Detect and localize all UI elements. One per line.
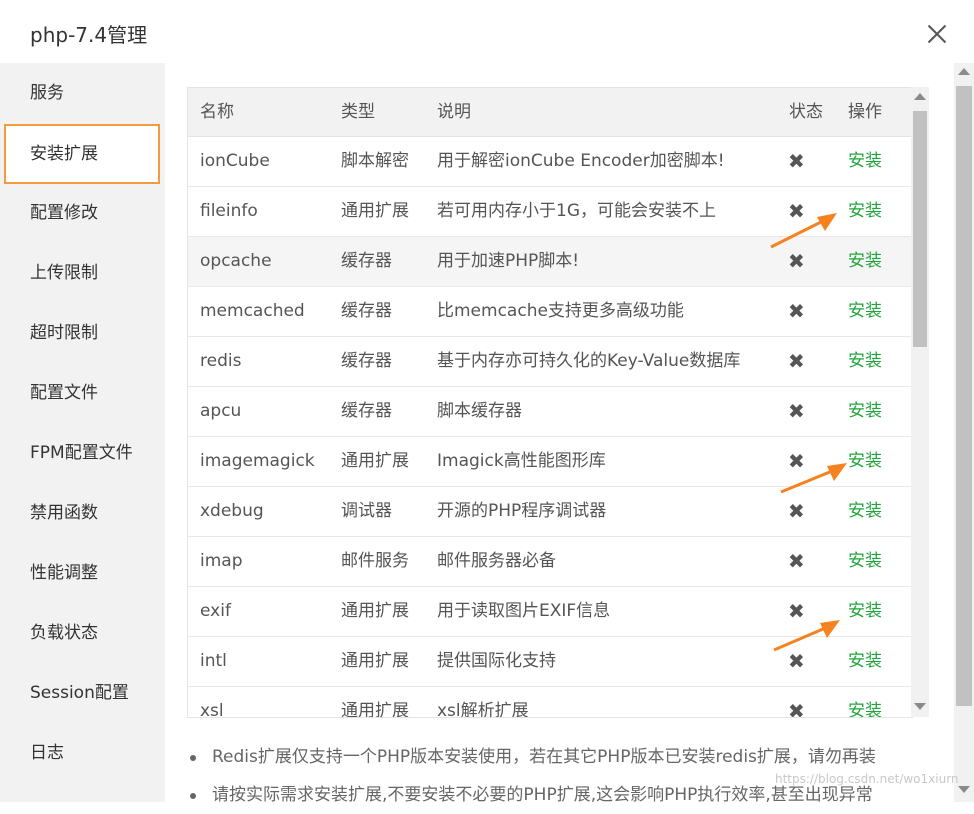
header-name: 名称 (200, 102, 234, 122)
install-button[interactable]: 安装 (848, 537, 882, 586)
install-button[interactable]: 安装 (848, 687, 882, 717)
install-button[interactable]: 安装 (848, 237, 882, 286)
install-button[interactable]: 安装 (848, 137, 882, 186)
ext-type: 调试器 (341, 501, 392, 521)
sidebar-item-config-file[interactable]: 配置文件 (0, 363, 165, 423)
ext-desc: 邮件服务器必备 (437, 551, 556, 571)
annotation-arrow-icon (770, 213, 837, 249)
ext-type: 缓存器 (341, 251, 392, 271)
ext-type: 缓存器 (341, 301, 392, 321)
watermark-text: https://blog.csdn.net/wo1xiurn (775, 772, 959, 786)
scroll-up-arrow-icon[interactable] (914, 93, 926, 100)
table-row: imap 邮件服务 邮件服务器必备 ✖ 安装 (188, 537, 912, 587)
table-row: apcu 缓存器 脚本缓存器 ✖ 安装 (188, 387, 912, 437)
table-row: xsl 通用扩展 xsl解析扩展 ✖ 安装 (188, 687, 912, 718)
install-button[interactable]: 安装 (848, 337, 882, 386)
install-button[interactable]: 安装 (848, 387, 882, 436)
ext-type: 通用扩展 (341, 451, 409, 471)
dialog-scroll-thumb[interactable] (956, 86, 972, 706)
ext-desc: 用于加速PHP脚本! (437, 251, 580, 271)
dialog-scroll-up-icon[interactable] (958, 68, 970, 75)
ext-type: 通用扩展 (341, 601, 409, 621)
ext-type: 通用扩展 (341, 201, 409, 221)
main-panel: 名称 类型 说明 状态 操作 ionCube 脚本解密 用于解密ionCube … (165, 63, 954, 802)
header-status: 状态 (789, 102, 823, 122)
scroll-down-arrow-icon[interactable] (914, 703, 926, 710)
ext-name: opcache (200, 251, 272, 271)
table-header: 名称 类型 说明 状态 操作 (188, 88, 912, 137)
sidebar-item-timeout-limit[interactable]: 超时限制 (0, 303, 165, 363)
ext-desc: 开源的PHP程序调试器 (437, 501, 607, 521)
sidebar-item-config-edit[interactable]: 配置修改 (0, 183, 165, 243)
status-x-icon: ✖ (788, 149, 805, 173)
status-x-icon: ✖ (788, 299, 805, 323)
ext-name: apcu (200, 401, 242, 421)
sidebar-item-performance[interactable]: 性能调整 (0, 543, 165, 603)
ext-desc: Imagick高性能图形库 (437, 451, 606, 471)
ext-desc: 脚本缓存器 (437, 401, 522, 421)
sidebar-item-disabled-functions[interactable]: 禁用函数 (0, 483, 165, 543)
ext-type: 缓存器 (341, 401, 392, 421)
ext-name: imagemagick (200, 451, 315, 471)
ext-desc: 提供国际化支持 (437, 651, 556, 671)
ext-desc: 基于内存亦可持久化的Key-Value数据库 (437, 351, 741, 371)
status-x-icon: ✖ (788, 699, 805, 718)
ext-name: ionCube (200, 151, 270, 171)
sidebar-item-upload-limit[interactable]: 上传限制 (0, 243, 165, 303)
ext-desc: 比memcache支持更多高级功能 (437, 301, 684, 321)
annotation-arrow-icon (780, 463, 847, 494)
table-row: redis 缓存器 基于内存亦可持久化的Key-Value数据库 ✖ 安装 (188, 337, 912, 387)
header-desc: 说明 (437, 102, 471, 122)
sidebar-item-session-config[interactable]: Session配置 (0, 663, 165, 723)
sidebar-item-service[interactable]: 服务 (0, 63, 165, 123)
ext-name: exif (200, 601, 231, 621)
ext-name: xdebug (200, 501, 264, 521)
status-x-icon: ✖ (788, 349, 805, 373)
ext-desc: 用于读取图片EXIF信息 (437, 601, 611, 621)
install-button[interactable]: 安装 (848, 187, 882, 236)
ext-name: redis (200, 351, 242, 371)
ext-name: imap (200, 551, 243, 571)
ext-type: 脚本解密 (341, 151, 409, 171)
header-op: 操作 (848, 102, 882, 122)
dialog-titlebar: php-7.4管理 (0, 0, 974, 63)
install-button[interactable]: 安装 (848, 637, 882, 686)
dialog-scroll-down-icon[interactable] (958, 786, 970, 793)
status-x-icon: ✖ (788, 399, 805, 423)
header-type: 类型 (341, 102, 375, 122)
install-button[interactable]: 安装 (848, 587, 882, 636)
table-row: ionCube 脚本解密 用于解密ionCube Encoder加密脚本! ✖ … (188, 137, 912, 187)
ext-name: xsl (200, 701, 224, 718)
sidebar-item-install-extensions[interactable]: 安装扩展 (4, 124, 160, 184)
ext-name: intl (200, 651, 227, 671)
ext-type: 通用扩展 (341, 651, 409, 671)
ext-desc: xsl解析扩展 (437, 701, 529, 718)
note-item: Redis扩展仅支持一个PHP版本安装使用，若在其它PHP版本已安装redis扩… (188, 738, 948, 776)
ext-type: 缓存器 (341, 351, 392, 371)
install-button[interactable]: 安装 (848, 287, 882, 336)
sidebar-item-fpm-config[interactable]: FPM配置文件 (0, 423, 165, 483)
annotation-arrow-icon (773, 620, 840, 652)
close-icon[interactable] (922, 20, 952, 50)
ext-name: fileinfo (200, 201, 258, 221)
ext-desc: 若可用内存小于1G，可能会安装不上 (437, 201, 716, 221)
ext-desc: 用于解密ionCube Encoder加密脚本! (437, 151, 725, 171)
sidebar-item-logs[interactable]: 日志 (0, 723, 165, 783)
table-scroll-thumb[interactable] (913, 111, 927, 347)
dialog-title: php-7.4管理 (30, 23, 148, 47)
sidebar: 服务 安装扩展 配置修改 上传限制 超时限制 配置文件 FPM配置文件 禁用函数… (0, 63, 165, 802)
sidebar-item-load-status[interactable]: 负载状态 (0, 603, 165, 663)
ext-name: memcached (200, 301, 305, 321)
table-row: memcached 缓存器 比memcache支持更多高级功能 ✖ 安装 (188, 287, 912, 337)
status-x-icon: ✖ (788, 549, 805, 573)
ext-type: 通用扩展 (341, 701, 409, 718)
ext-type: 邮件服务 (341, 551, 409, 571)
